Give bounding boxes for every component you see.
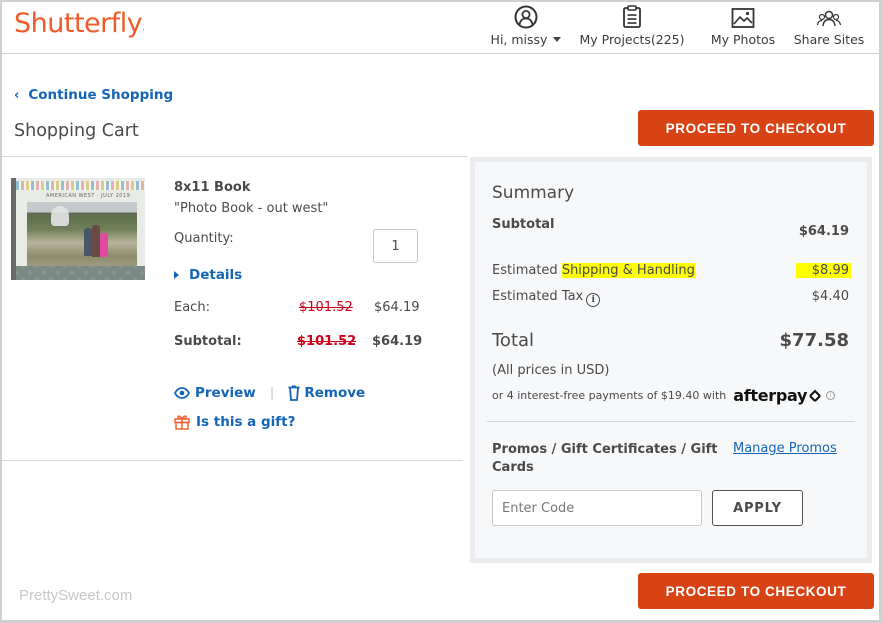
order-summary-panel: Summary Subtotal $64.19 Estimated Shippi… bbox=[470, 157, 872, 563]
nav-account[interactable]: Hi, missy bbox=[486, 2, 566, 54]
caret-right-icon bbox=[174, 271, 179, 279]
promos-label: Promos / Gift Certificates / Gift Cards bbox=[492, 442, 718, 475]
chevron-left-icon: ‹ bbox=[14, 87, 20, 103]
order-summary: Summary Subtotal $64.19 Estimated Shippi… bbox=[475, 162, 867, 558]
promo-code-input[interactable] bbox=[492, 490, 702, 526]
total-row: Total $77.58 bbox=[492, 330, 849, 351]
info-icon[interactable]: i bbox=[586, 293, 601, 307]
tax-label: Estimated Tax bbox=[492, 289, 584, 304]
gift-label: Is this a gift? bbox=[196, 414, 296, 430]
shipping-prefix: Estimated bbox=[492, 263, 562, 278]
logo-text: Shutterfly bbox=[14, 8, 143, 39]
nav-my-photos[interactable]: My Photos bbox=[705, 2, 781, 54]
each-price: $64.19 bbox=[374, 300, 420, 315]
quantity-input[interactable] bbox=[373, 229, 418, 263]
clipboard-icon bbox=[622, 2, 642, 30]
thumbnail-mountains bbox=[16, 266, 145, 280]
proceed-to-checkout-button-top[interactable]: PROCEED TO CHECKOUT bbox=[638, 110, 874, 146]
product-thumbnail[interactable]: AMERICAN WEST · JULY 2019 bbox=[11, 178, 145, 280]
shipping-label: Shipping & Handling bbox=[561, 263, 695, 278]
summary-title: Summary bbox=[492, 183, 575, 203]
afterpay-row: or 4 interest-free payments of $19.40 wi… bbox=[492, 386, 836, 405]
nav-my-projects-label: My Projects(225) bbox=[579, 32, 685, 47]
each-original-price: $101.52 bbox=[299, 300, 353, 315]
item-subtotal-label: Subtotal: bbox=[174, 334, 242, 349]
summary-divider bbox=[487, 421, 855, 422]
nav-share-sites[interactable]: Share Sites bbox=[790, 2, 868, 54]
image-icon bbox=[731, 2, 755, 30]
logo-mark: . bbox=[142, 23, 145, 32]
summary-subtotal-label: Subtotal bbox=[492, 217, 555, 232]
summary-subtotal-value: $64.19 bbox=[798, 224, 849, 239]
product-name: 8x11 Book bbox=[174, 180, 251, 195]
details-label: Details bbox=[189, 267, 243, 283]
item-actions: Preview | Remove bbox=[174, 385, 365, 401]
nav-account-label: Hi, missy bbox=[490, 32, 548, 47]
summary-subtotal-row: Subtotal $64.19 bbox=[492, 217, 849, 239]
total-value: $77.58 bbox=[779, 330, 849, 351]
item-subtotal-original-price: $101.52 bbox=[297, 334, 357, 349]
page-frame: Shutterfly. Hi, missy My Projects(225) M… bbox=[2, 2, 879, 620]
details-toggle[interactable]: Details bbox=[174, 267, 242, 283]
shutterfly-logo[interactable]: Shutterfly. bbox=[14, 8, 145, 39]
thumbnail-geyser bbox=[51, 206, 69, 226]
user-circle-icon bbox=[514, 2, 538, 30]
preview-label: Preview bbox=[195, 385, 256, 401]
item-subtotal-price: $64.19 bbox=[372, 334, 423, 349]
afterpay-text: or 4 interest-free payments of $19.40 wi… bbox=[492, 389, 727, 402]
preview-link[interactable]: Preview bbox=[174, 385, 256, 401]
nav-share-sites-label: Share Sites bbox=[793, 32, 865, 47]
watermark: PrettySweet.com bbox=[19, 587, 133, 604]
people-group-icon bbox=[816, 2, 842, 30]
thumbnail-title: AMERICAN WEST · JULY 2019 bbox=[46, 193, 131, 199]
thumbnail-person bbox=[100, 233, 108, 257]
thumbnail-person bbox=[84, 228, 92, 256]
remove-label: Remove bbox=[304, 385, 366, 401]
afterpay-logo[interactable]: afterpay bbox=[733, 386, 807, 405]
nav-my-projects[interactable]: My Projects(225) bbox=[576, 2, 688, 54]
trash-icon bbox=[288, 385, 300, 401]
continue-shopping-label: Continue Shopping bbox=[28, 87, 174, 103]
thumbnail-pattern bbox=[16, 181, 145, 190]
quantity-label: Quantity: bbox=[174, 231, 234, 246]
thumbnail-person bbox=[92, 225, 100, 257]
gift-icon bbox=[174, 415, 190, 430]
thumbnail-photo bbox=[27, 202, 137, 270]
project-name: "Photo Book - out west" bbox=[174, 201, 329, 216]
divider bbox=[2, 460, 463, 461]
action-separator: | bbox=[269, 385, 275, 401]
proceed-to-checkout-button-bottom[interactable]: PROCEED TO CHECKOUT bbox=[638, 573, 874, 609]
apply-promo-button[interactable]: APPLY bbox=[712, 490, 803, 526]
afterpay-info-icon[interactable]: i bbox=[826, 391, 836, 400]
divider bbox=[2, 156, 468, 157]
dropdown-caret-icon bbox=[553, 37, 562, 42]
eye-icon bbox=[174, 387, 190, 399]
continue-shopping-link[interactable]: ‹ Continue Shopping bbox=[14, 87, 173, 103]
tax-value: $4.40 bbox=[811, 289, 849, 304]
currency-note: (All prices in USD) bbox=[492, 363, 610, 378]
shipping-value: $8.99 bbox=[795, 263, 851, 278]
tax-row: Estimated Tax i $4.40 bbox=[492, 289, 849, 307]
shipping-row: Estimated Shipping & Handling $8.99 bbox=[492, 263, 851, 278]
manage-promos-link[interactable]: Manage Promos bbox=[733, 441, 837, 456]
remove-link[interactable]: Remove bbox=[288, 385, 365, 401]
site-header: Shutterfly. Hi, missy My Projects(225) M… bbox=[2, 2, 879, 54]
each-label: Each: bbox=[174, 300, 210, 315]
nav-my-photos-label: My Photos bbox=[710, 32, 776, 47]
total-label: Total bbox=[492, 330, 535, 351]
afterpay-arrows-icon bbox=[809, 389, 821, 402]
gift-link[interactable]: Is this a gift? bbox=[174, 414, 295, 430]
page-title: Shopping Cart bbox=[14, 121, 139, 141]
